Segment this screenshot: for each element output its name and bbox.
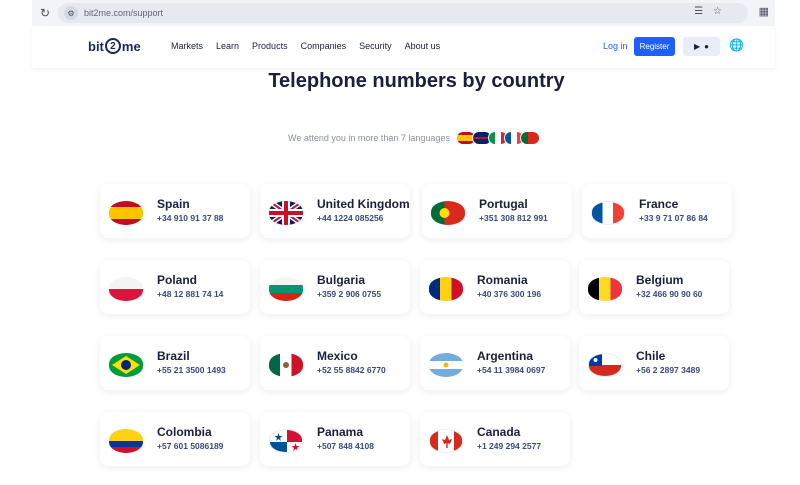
flag-panama-icon bbox=[269, 429, 303, 453]
country-card-belgium[interactable]: Belgium +32 466 90 90 60 bbox=[579, 260, 729, 314]
flag-portugal-icon bbox=[431, 201, 465, 225]
country-card-portugal[interactable]: Portugal +351 308 812 991 bbox=[422, 184, 572, 238]
logo-text-left: bit bbox=[88, 38, 104, 54]
flag-belgium-icon bbox=[588, 277, 622, 301]
country-card-united-kingdom[interactable]: United Kingdom +44 1224 085256 bbox=[260, 184, 410, 238]
phone-number[interactable]: +33 9 71 07 86 84 bbox=[639, 213, 708, 223]
logo-text-right: me bbox=[121, 38, 141, 54]
phone-number[interactable]: +34 910 91 37 88 bbox=[157, 213, 223, 223]
reload-icon[interactable]: ↻ bbox=[38, 6, 52, 20]
country-name: Chile bbox=[636, 349, 666, 363]
languages-text: We attend you in more than 7 languages bbox=[288, 133, 450, 143]
menu-item-security[interactable]: Security bbox=[359, 41, 392, 51]
flag-bulgaria-icon bbox=[269, 277, 303, 301]
globe-icon[interactable]: 🌐 bbox=[729, 38, 744, 52]
flag-romania-icon bbox=[429, 277, 463, 301]
flag-uk-icon bbox=[269, 201, 303, 225]
menu-item-companies[interactable]: Companies bbox=[301, 41, 347, 51]
country-name: Canada bbox=[477, 425, 521, 439]
flag-argentina-icon bbox=[429, 353, 463, 377]
menu-item-markets[interactable]: Markets bbox=[171, 41, 203, 51]
phone-number[interactable]: +1 249 294 2577 bbox=[477, 441, 541, 451]
phone-number[interactable]: +44 1224 085256 bbox=[317, 213, 383, 223]
country-card-romania[interactable]: Romania +40 376 300 196 bbox=[420, 260, 570, 314]
flag-canada-icon bbox=[429, 429, 463, 453]
flag-mexico-icon bbox=[269, 353, 303, 377]
country-name: France bbox=[639, 197, 679, 211]
register-button[interactable]: Register bbox=[634, 37, 675, 56]
country-name: Romania bbox=[477, 273, 528, 287]
flag-france-icon bbox=[591, 201, 625, 225]
country-card-colombia[interactable]: Colombia +57 601 5086189 bbox=[100, 412, 250, 466]
country-name: United Kingdom bbox=[317, 197, 410, 211]
language-flags bbox=[455, 131, 540, 145]
country-name: Bulgaria bbox=[317, 273, 366, 287]
languages-row: We attend you in more than 7 languages bbox=[288, 131, 540, 145]
bookmark-star-icon[interactable]: ☆ bbox=[713, 6, 722, 17]
site-header: bit 2 me Markets Learn Products Companie… bbox=[32, 26, 775, 68]
phone-number[interactable]: +32 466 90 90 60 bbox=[636, 289, 702, 299]
country-card-argentina[interactable]: Argentina +54 11 3984 0697 bbox=[420, 336, 570, 390]
country-card-panama[interactable]: Panama +507 848 4108 bbox=[260, 412, 410, 466]
menu-item-learn[interactable]: Learn bbox=[216, 41, 239, 51]
phone-number[interactable]: +351 308 812 991 bbox=[479, 213, 548, 223]
flag-poland-icon bbox=[109, 277, 143, 301]
phone-number[interactable]: +52 55 8842 6770 bbox=[317, 365, 386, 375]
country-card-spain[interactable]: Spain +34 910 91 37 88 bbox=[100, 184, 250, 238]
country-card-france[interactable]: France +33 9 71 07 86 84 bbox=[582, 184, 732, 238]
country-name: Poland bbox=[157, 273, 198, 287]
phone-number[interactable]: +56 2 2897 3489 bbox=[636, 365, 700, 375]
flag-chile-icon bbox=[588, 353, 622, 377]
country-card-brazil[interactable]: Brazil +55 21 3500 1493 bbox=[100, 336, 250, 390]
country-name: Argentina bbox=[477, 349, 534, 363]
flag-brazil-icon bbox=[109, 353, 143, 377]
browser-toolbar: ↻ ⚙ bit2me.com/support ☰ ☆ ▦ bbox=[32, 0, 775, 26]
country-card-bulgaria[interactable]: Bulgaria +359 2 906 0755 bbox=[260, 260, 410, 314]
country-card-mexico[interactable]: Mexico +52 55 8842 6770 bbox=[260, 336, 410, 390]
flag-pt-icon bbox=[519, 131, 540, 145]
phone-number[interactable]: +48 12 881 74 14 bbox=[157, 289, 223, 299]
phone-number[interactable]: +57 601 5086189 bbox=[157, 441, 223, 451]
country-name: Colombia bbox=[157, 425, 212, 439]
play-store-icon: ▶ bbox=[694, 42, 701, 51]
country-name: Spain bbox=[157, 197, 190, 211]
login-link[interactable]: Log in bbox=[603, 41, 628, 51]
menu-item-about-us[interactable]: About us bbox=[405, 41, 441, 51]
phone-number[interactable]: +40 376 300 196 bbox=[477, 289, 541, 299]
url-text: bit2me.com/support bbox=[84, 8, 164, 18]
apple-icon: ● bbox=[704, 42, 709, 51]
country-name: Belgium bbox=[636, 273, 684, 287]
translate-icon[interactable]: ☰ bbox=[694, 6, 703, 17]
phone-number[interactable]: +507 848 4108 bbox=[317, 441, 374, 451]
phone-number[interactable]: +55 21 3500 1493 bbox=[157, 365, 226, 375]
country-card-poland[interactable]: Poland +48 12 881 74 14 bbox=[100, 260, 250, 314]
logo-circle: 2 bbox=[104, 38, 121, 54]
phone-number[interactable]: +359 2 906 0755 bbox=[317, 289, 381, 299]
extensions-icon[interactable]: ▦ bbox=[759, 5, 769, 18]
country-name: Portugal bbox=[479, 197, 528, 211]
main-menu: Markets Learn Products Companies Securit… bbox=[171, 41, 453, 51]
site-info-icon[interactable]: ⚙ bbox=[64, 6, 78, 20]
country-card-canada[interactable]: Canada +1 249 294 2577 bbox=[420, 412, 570, 466]
menu-item-products[interactable]: Products bbox=[252, 41, 288, 51]
phone-number[interactable]: +54 11 3984 0697 bbox=[477, 365, 545, 375]
country-name: Brazil bbox=[157, 349, 190, 363]
bit2me-logo[interactable]: bit 2 me bbox=[88, 38, 141, 54]
address-bar[interactable]: ⚙ bit2me.com/support ☰ ☆ bbox=[58, 3, 748, 23]
flag-spain-icon bbox=[109, 201, 143, 225]
country-name: Panama bbox=[317, 425, 364, 439]
app-store-button[interactable]: ▶ ● bbox=[683, 37, 720, 56]
flag-colombia-icon bbox=[109, 429, 143, 453]
page-title: Telephone numbers by country bbox=[268, 70, 565, 92]
country-name: Mexico bbox=[317, 349, 358, 363]
country-card-chile[interactable]: Chile +56 2 2897 3489 bbox=[579, 336, 729, 390]
